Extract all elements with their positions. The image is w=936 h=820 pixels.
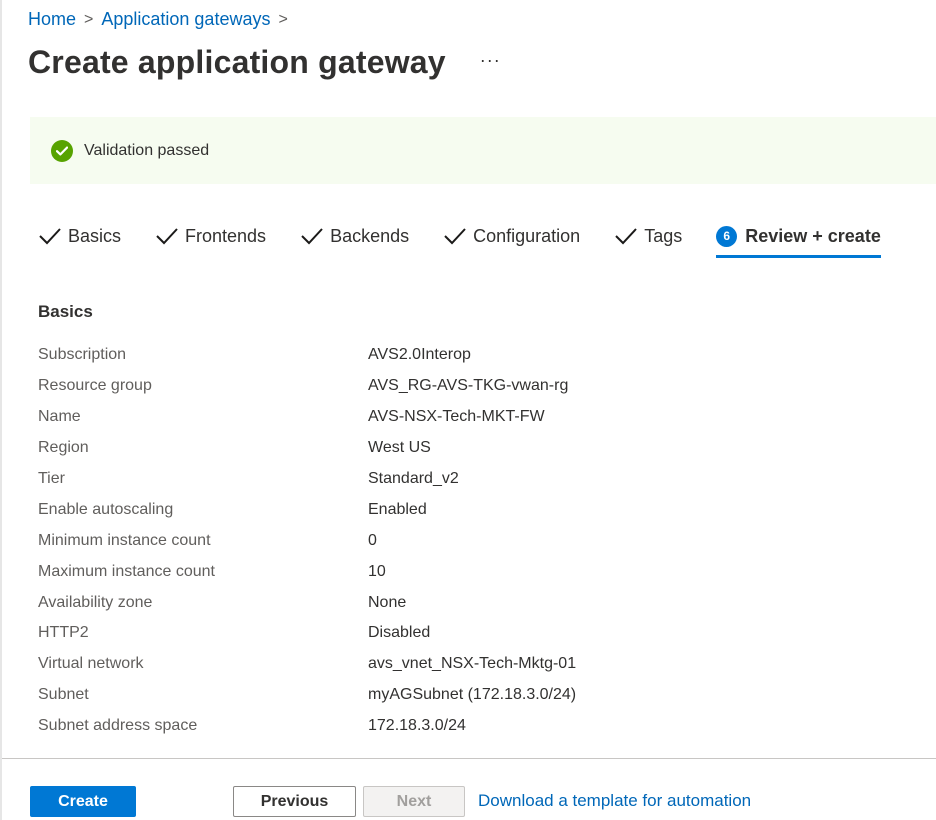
more-options-icon[interactable]: ··· — [480, 50, 501, 71]
summary-row-tier: Tier Standard_v2 — [38, 464, 918, 495]
row-value: 10 — [368, 562, 386, 580]
summary-row-region: Region West US — [38, 433, 918, 464]
breadcrumb-separator-icon: > — [84, 10, 94, 28]
summary-row-virtual-network: Virtual network avs_vnet_NSX-Tech-Mktg-0… — [38, 649, 918, 680]
tab-basics[interactable]: Basics — [38, 220, 121, 252]
download-template-link[interactable]: Download a template for automation — [478, 791, 751, 811]
row-label: Minimum instance count — [38, 531, 211, 549]
summary-row-name: Name AVS-NSX-Tech-MKT-FW — [38, 402, 918, 433]
summary-list: Subscription AVS2.0Interop Resource grou… — [38, 340, 918, 742]
page-title: Create application gateway — [28, 44, 446, 80]
row-value: AVS-NSX-Tech-MKT-FW — [368, 408, 545, 426]
row-label: Maximum instance count — [38, 562, 215, 580]
breadcrumb-home-link[interactable]: Home — [28, 9, 76, 30]
checkmark-icon — [156, 228, 178, 245]
tab-label: Configuration — [473, 225, 581, 246]
row-label: Tier — [38, 470, 65, 487]
summary-row-minimum-instance-count: Minimum instance count 0 — [38, 525, 918, 556]
check-circle-icon — [51, 139, 73, 162]
wizard-footer: Create Previous Next Download a template… — [2, 759, 936, 820]
row-value: 172.18.3.0/24 — [368, 717, 466, 735]
row-label: Availability zone — [38, 593, 153, 611]
tab-label: Basics — [68, 225, 122, 246]
summary-row-enable-autoscaling: Enable autoscaling Enabled — [38, 494, 918, 525]
tab-tags[interactable]: Tags — [614, 220, 682, 252]
row-label: Resource group — [38, 377, 152, 395]
row-label: Region — [38, 439, 89, 457]
row-value: West US — [368, 439, 431, 457]
next-button[interactable]: Next — [363, 786, 465, 817]
summary-row-http2: HTTP2 Disabled — [38, 618, 918, 649]
create-application-gateway-page: Home > Application gateways > Create app… — [0, 0, 936, 820]
breadcrumb-application-gateways-link[interactable]: Application gateways — [101, 9, 270, 30]
validation-banner: Validation passed — [30, 117, 936, 184]
row-value: None — [368, 593, 407, 611]
step-number-badge: 6 — [716, 225, 738, 247]
checkmark-icon — [301, 228, 323, 245]
row-label: Enable autoscaling — [38, 500, 174, 518]
summary-row-availability-zone: Availability zone None — [38, 587, 918, 618]
tab-review-create[interactable]: 6 Review + create — [716, 220, 881, 258]
row-value: 0 — [368, 531, 377, 549]
breadcrumb-separator-icon: > — [278, 10, 288, 28]
checkmark-icon — [615, 228, 637, 245]
row-label: Subnet — [38, 686, 89, 704]
summary-row-subscription: Subscription AVS2.0Interop — [38, 340, 918, 371]
tab-label: Tags — [644, 225, 683, 246]
row-label: Virtual network — [38, 655, 144, 673]
create-button[interactable]: Create — [30, 786, 136, 817]
validation-status-text: Validation passed — [84, 141, 210, 159]
row-value: avs_vnet_NSX-Tech-Mktg-01 — [368, 655, 577, 673]
tab-label: Review + create — [745, 225, 881, 246]
row-value: AVS_RG-AVS-TKG-vwan-rg — [368, 377, 569, 395]
row-label: HTTP2 — [38, 624, 89, 642]
row-label: Subscription — [38, 346, 127, 364]
tab-label: Frontends — [185, 225, 267, 246]
row-value: AVS2.0Interop — [368, 346, 471, 364]
summary-row-subnet: Subnet myAGSubnet (172.18.3.0/24) — [38, 680, 918, 711]
row-value: Enabled — [368, 500, 427, 518]
checkmark-icon — [444, 228, 466, 245]
tab-frontends[interactable]: Frontends — [155, 220, 266, 252]
tab-backends[interactable]: Backends — [300, 220, 409, 252]
page-header: Create application gateway ··· — [28, 44, 501, 81]
summary-row-resource-group: Resource group AVS_RG-AVS-TKG-vwan-rg — [38, 371, 918, 402]
summary-row-maximum-instance-count: Maximum instance count 10 — [38, 556, 918, 587]
tab-label: Backends — [330, 225, 410, 246]
previous-button[interactable]: Previous — [233, 786, 356, 817]
row-label: Subnet address space — [38, 717, 198, 735]
section-title-basics: Basics — [38, 302, 93, 321]
row-value: myAGSubnet (172.18.3.0/24) — [368, 686, 577, 704]
tab-configuration[interactable]: Configuration — [443, 220, 580, 252]
wizard-tabs: Basics Frontends Backends Configuration … — [38, 220, 881, 260]
row-value: Standard_v2 — [368, 470, 459, 487]
checkmark-icon — [39, 228, 61, 245]
breadcrumb: Home > Application gateways > — [28, 9, 288, 30]
summary-row-subnet-address-space: Subnet address space 172.18.3.0/24 — [38, 711, 918, 742]
row-label: Name — [38, 408, 81, 426]
row-value: Disabled — [368, 624, 431, 642]
